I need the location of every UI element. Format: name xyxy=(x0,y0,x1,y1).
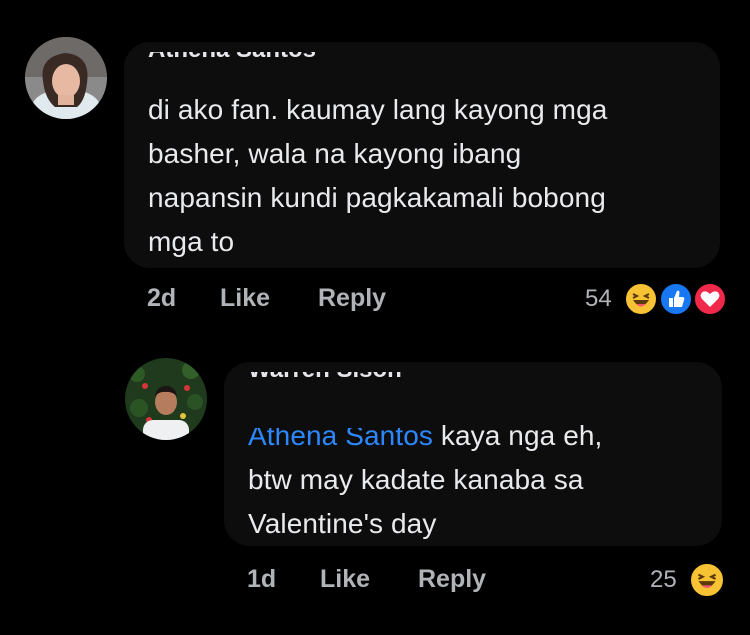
haha-icon xyxy=(688,561,726,599)
mention-link[interactable]: Athena Santos xyxy=(248,428,433,450)
reply-text-first: kaya nga eh, xyxy=(433,420,603,451)
reply-reaction-count[interactable]: 25 xyxy=(650,566,677,594)
reply-text-line: btw may kadate kanaba sa xyxy=(248,464,584,495)
comment-bubble: Athena Santos di ako fan. kaumay lang ka… xyxy=(124,42,720,268)
reply-text: Athena Santos kaya nga eh, btw may kadat… xyxy=(248,414,602,546)
reaction-count[interactable]: 54 xyxy=(585,285,612,313)
reply-timestamp[interactable]: 1d xyxy=(247,565,276,594)
like-button[interactable]: Like xyxy=(220,284,270,313)
comment-author[interactable]: Athena Santos xyxy=(148,52,316,80)
reply-reply-button[interactable]: Reply xyxy=(418,565,486,594)
reply-bubble: Warren Sison Athena Santos kaya nga eh, … xyxy=(224,362,722,546)
comment-text-line: napansin kundi pagkakamali bobong xyxy=(148,182,606,213)
comment-avatar[interactable] xyxy=(25,37,107,119)
comment-text-line: basher, wala na kayong ibang xyxy=(148,138,522,169)
reply-text-line: Athena Santos kaya nga eh, xyxy=(248,414,602,458)
comment-text: di ako fan. kaumay lang kayong mga bashe… xyxy=(148,88,607,264)
love-icon xyxy=(692,281,728,317)
reply-text-line: Valentine's day xyxy=(248,508,437,539)
reply-like-button[interactable]: Like xyxy=(320,565,370,594)
comment-timestamp[interactable]: 2d xyxy=(147,284,176,313)
like-icon xyxy=(658,281,694,317)
comment-text-line: mga to xyxy=(148,226,235,257)
haha-icon xyxy=(623,281,659,317)
reply-avatar[interactable] xyxy=(125,358,207,440)
reply-author[interactable]: Warren Sison xyxy=(248,372,402,398)
comment-text-line: di ako fan. kaumay lang kayong mga xyxy=(148,94,608,125)
reply-button[interactable]: Reply xyxy=(318,284,386,313)
